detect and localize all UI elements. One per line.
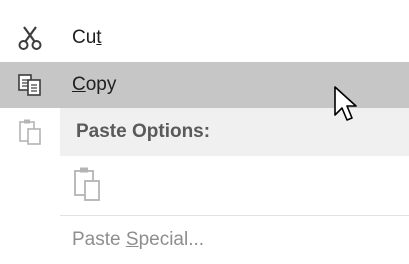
- menu-item-copy-label: Copy: [72, 74, 117, 95]
- paste-options-label: Paste Options:: [76, 121, 211, 142]
- scissors-icon: [0, 15, 60, 61]
- copy-icon: [0, 62, 60, 108]
- menu-item-cut[interactable]: Cut: [0, 15, 409, 61]
- cut-accelerator: t: [96, 27, 102, 48]
- menu-item-paste-special-label: Paste Special...: [72, 229, 205, 250]
- mouse-pointer-icon: [334, 86, 357, 121]
- paste-keep-source-button[interactable]: [60, 158, 114, 214]
- empty-icon-slot: [0, 217, 60, 263]
- context-menu: Cut Copy Paste Options: Paste Special...: [0, 0, 409, 264]
- paste-keep-source-icon: [73, 166, 101, 207]
- paste-special-accelerator: S: [125, 229, 139, 250]
- menu-item-cut-label: Cut: [72, 27, 102, 48]
- copy-accelerator: C: [72, 74, 86, 95]
- menu-item-paste-special[interactable]: Paste Special...: [0, 216, 409, 264]
- paste-icon: [0, 108, 60, 156]
